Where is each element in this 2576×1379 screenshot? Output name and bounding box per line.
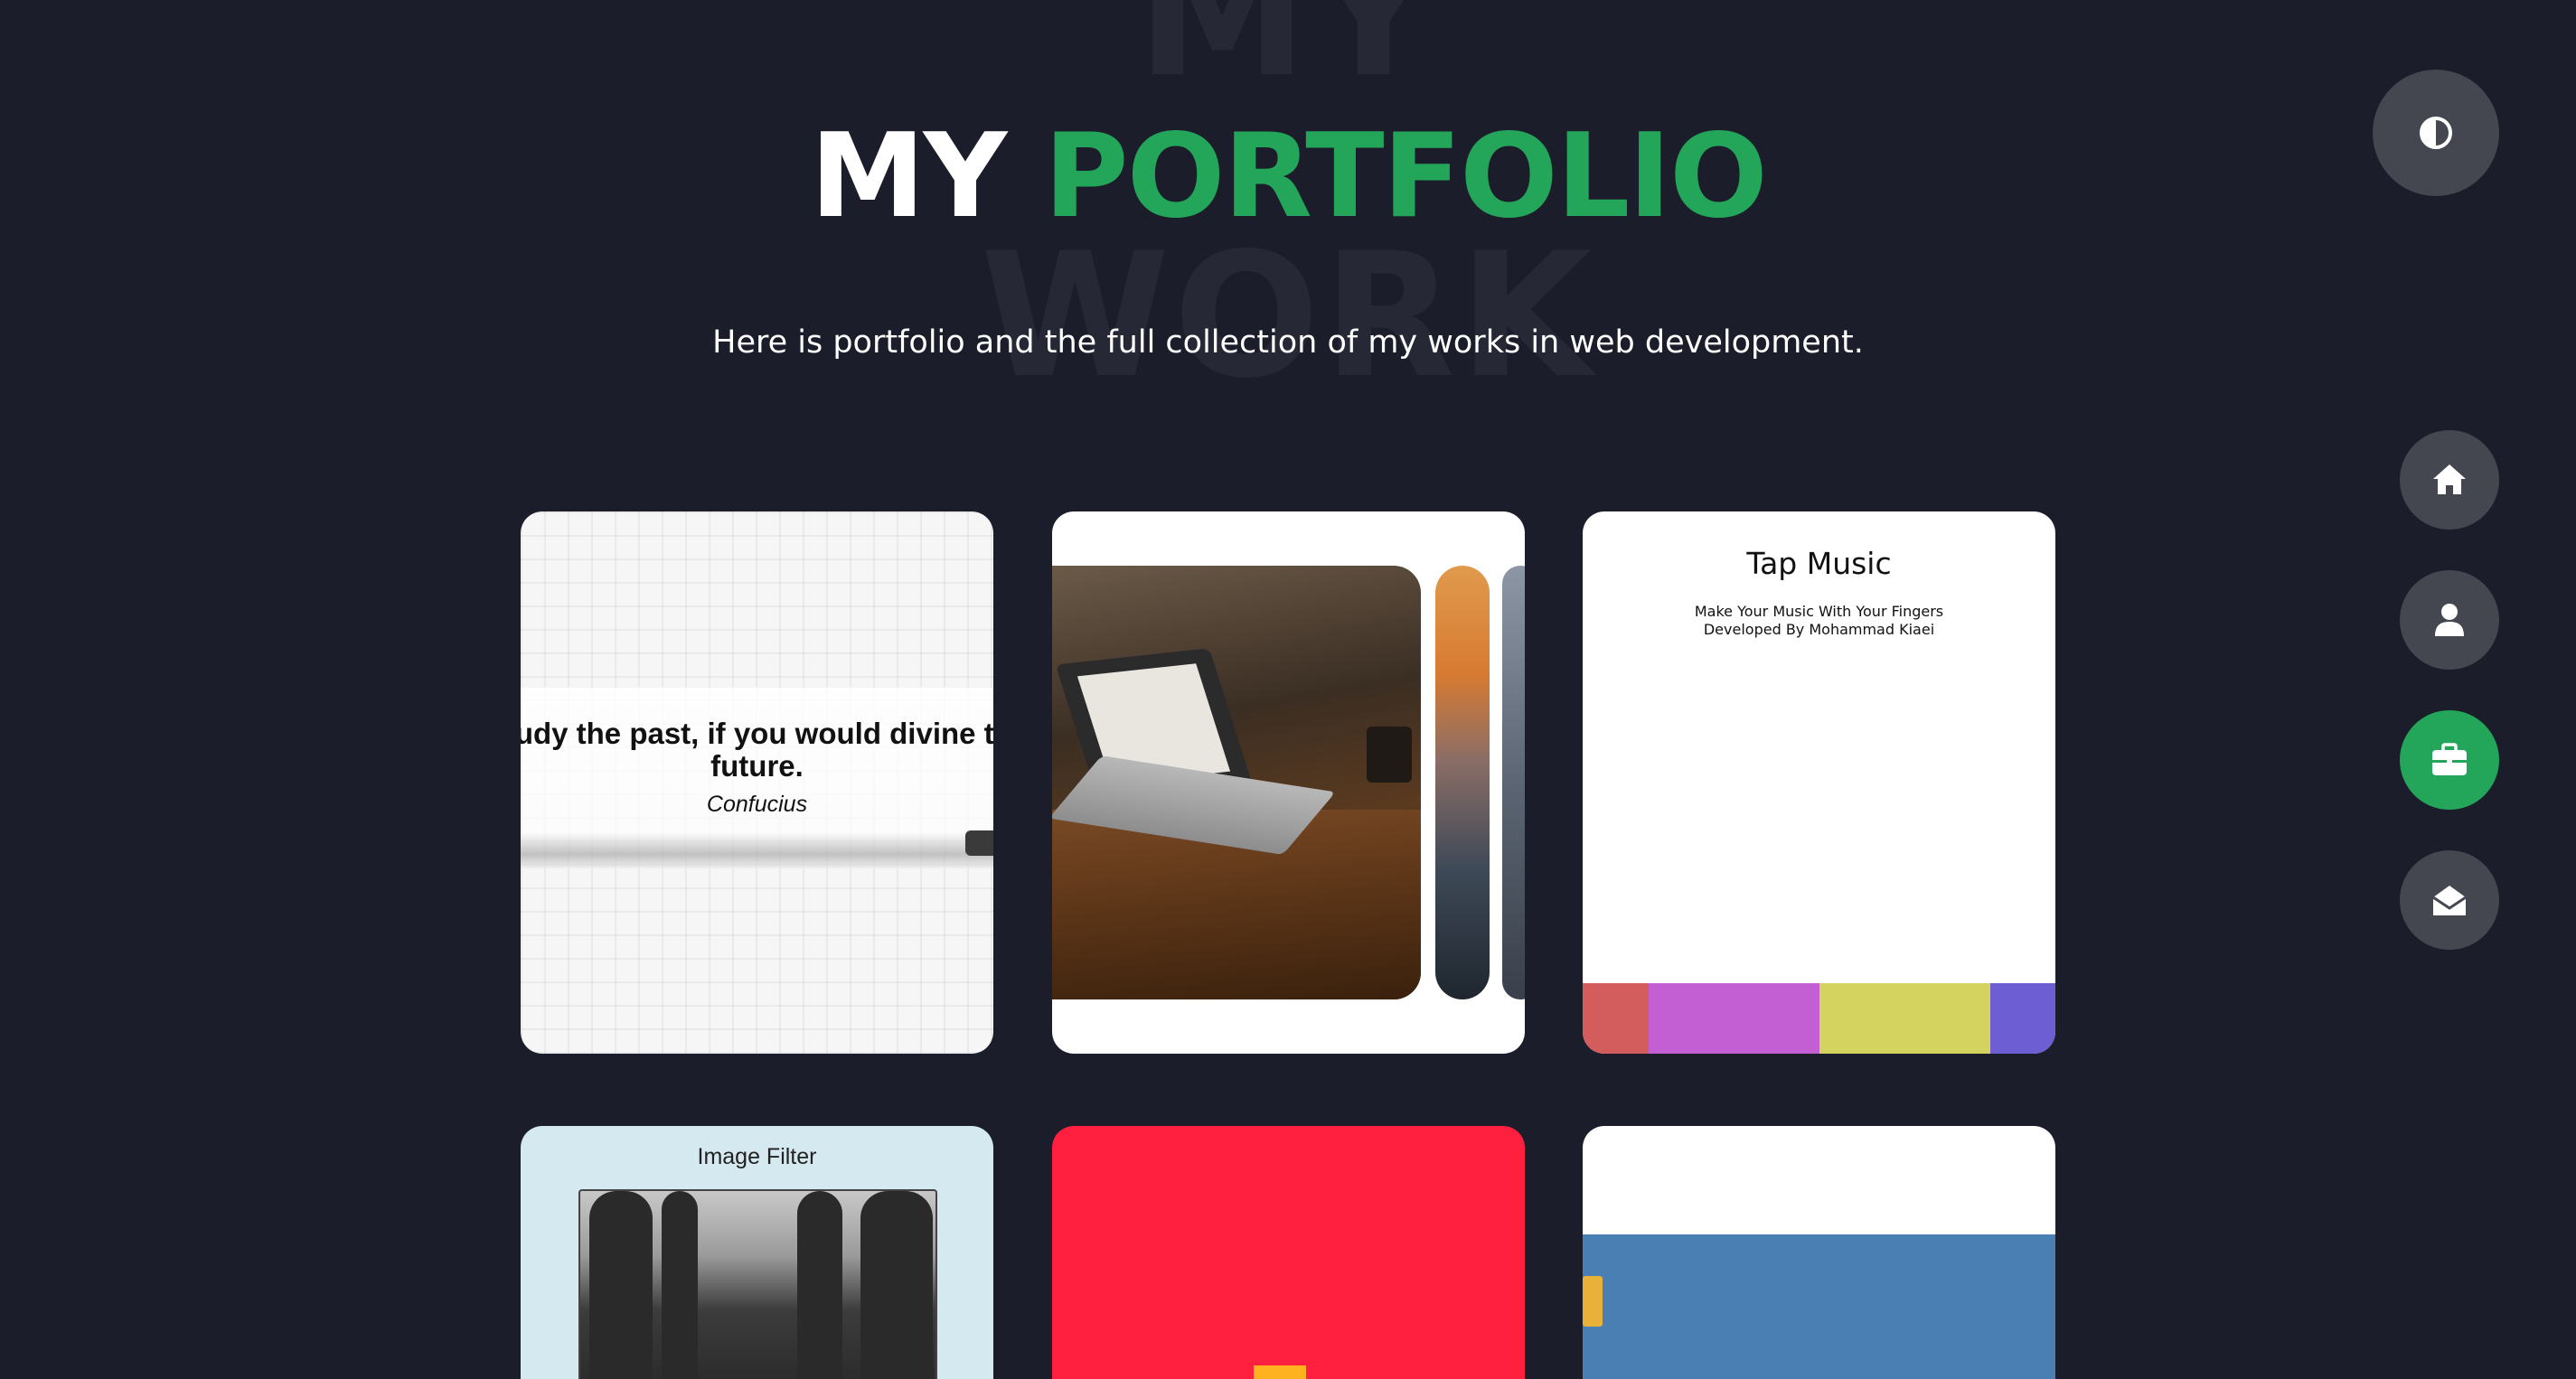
pad-yellow[interactable] <box>1819 983 1990 1054</box>
stopwatch-icon <box>1583 1276 1603 1327</box>
title-word-portfolio: PORTFOLIO <box>1043 109 1768 244</box>
slide-sunset-image[interactable] <box>1435 566 1490 999</box>
nav-portfolio-button[interactable] <box>2400 710 2499 810</box>
tap-music-line-2: Developed By Mohammad Kiaei <box>1703 621 1935 638</box>
tree-shape <box>797 1191 842 1379</box>
theme-toggle-button[interactable] <box>2373 70 2499 196</box>
filter-photo <box>578 1189 937 1379</box>
title-word-my: MY <box>810 109 1007 244</box>
nav-home-button[interactable] <box>2400 430 2499 530</box>
tree-shape <box>662 1191 698 1379</box>
envelope-open-icon <box>2432 886 2467 915</box>
tap-music-title: Tap Music <box>1746 546 1892 581</box>
slide-city-image[interactable] <box>1502 566 1525 999</box>
project-card-quote[interactable]: Study the past, if you would divine the … <box>521 511 993 1054</box>
next-quote-button[interactable] <box>965 830 993 856</box>
quote-text: Study the past, if you would divine the … <box>521 718 993 783</box>
project-card-slider[interactable] <box>1052 511 1525 1054</box>
slide-laptop-image <box>1052 566 1421 999</box>
nav-contact-button[interactable] <box>2400 850 2499 950</box>
half-circle-icon <box>2420 117 2452 149</box>
portfolio-page: MY WORK MY PORTFOLIO Here is portfolio a… <box>0 0 2576 1379</box>
tree-shape <box>589 1191 653 1379</box>
user-icon <box>2435 604 2464 636</box>
background-word-my: MY <box>1136 0 1440 115</box>
briefcase-icon <box>2432 743 2467 775</box>
pad-blue[interactable] <box>1990 983 2055 1054</box>
pad-purple[interactable] <box>1649 983 1819 1054</box>
project-card-red[interactable] <box>1052 1126 1525 1379</box>
nav-about-button[interactable] <box>2400 570 2499 670</box>
mug-shape <box>1367 727 1412 783</box>
image-filter-title: Image Filter <box>697 1144 817 1169</box>
tap-music-subtitle: Make Your Music With Your Fingers Develo… <box>1583 603 2055 639</box>
home-icon <box>2433 464 2466 494</box>
quote-line-1: Study the past, if you would divine the <box>521 718 993 750</box>
quote-line-2: future. <box>710 749 804 783</box>
project-card-image-filter[interactable]: Image Filter <box>521 1126 993 1379</box>
pad-red[interactable] <box>1583 983 1649 1054</box>
project-card-blue[interactable] <box>1583 1126 2055 1379</box>
yellow-block <box>1254 1365 1306 1379</box>
project-card-tap-music[interactable]: Tap Music Make Your Music With Your Fing… <box>1583 511 2055 1054</box>
blue-area <box>1583 1234 2055 1379</box>
tree-shape <box>860 1191 933 1379</box>
background-word-work: WORK <box>980 216 1596 416</box>
page-title: MY PORTFOLIO <box>0 119 2576 235</box>
tap-music-line-1: Make Your Music With Your Fingers <box>1694 603 1944 620</box>
quote-author: Confucius <box>706 792 808 817</box>
page-subtitle: Here is portfolio and the full collectio… <box>712 324 1864 361</box>
